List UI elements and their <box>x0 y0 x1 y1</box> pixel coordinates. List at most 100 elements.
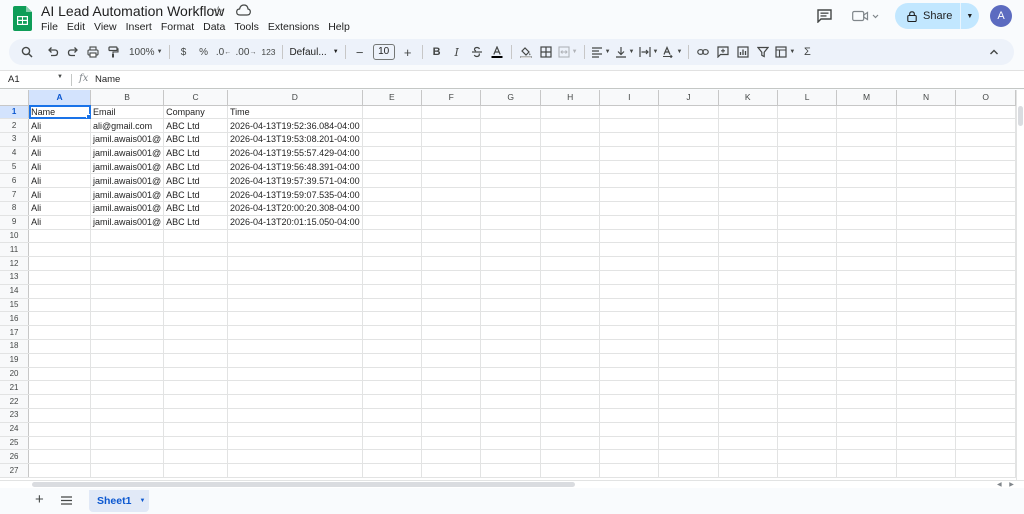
cell-j5[interactable] <box>658 160 719 175</box>
cell-j15[interactable] <box>658 298 719 313</box>
cell-i19[interactable] <box>599 353 660 368</box>
cell-d9[interactable]: 2026-04-13T20:01:15.050-04:00 <box>227 215 363 230</box>
cell-d24[interactable] <box>227 422 363 437</box>
column-header-i[interactable]: I <box>599 90 660 106</box>
cell-i16[interactable] <box>599 311 660 327</box>
cell-c16[interactable] <box>163 311 228 327</box>
cell-d4[interactable]: 2026-04-13T19:55:57.429-04:00 <box>227 146 363 161</box>
cell-a20[interactable] <box>28 367 91 382</box>
cell-o2[interactable] <box>955 118 1016 134</box>
fill-color-icon[interactable] <box>516 42 536 62</box>
cell-i14[interactable] <box>599 284 660 299</box>
cell-m7[interactable] <box>836 187 897 203</box>
cell-m12[interactable] <box>836 256 897 272</box>
cell-d22[interactable] <box>227 394 363 410</box>
cell-b26[interactable] <box>90 449 165 465</box>
merge-cells-icon[interactable]: ▼ <box>556 42 580 62</box>
cell-n7[interactable] <box>896 187 957 203</box>
cell-b4[interactable]: jamil.awais001@ <box>90 146 165 161</box>
cell-m11[interactable] <box>836 242 897 258</box>
cell-j4[interactable] <box>658 146 719 161</box>
cell-f3[interactable] <box>421 132 482 147</box>
row-header[interactable]: 24 <box>0 422 30 437</box>
row-header[interactable]: 18 <box>0 339 30 354</box>
column-header-d[interactable]: D <box>227 90 363 106</box>
cell-c4[interactable]: ABC Ltd <box>163 146 228 161</box>
cell-m26[interactable] <box>836 449 897 465</box>
all-sheets-icon[interactable] <box>61 496 72 505</box>
increase-font-size-button[interactable]: + <box>398 42 418 62</box>
redo-icon[interactable] <box>63 42 83 62</box>
cell-n1[interactable] <box>896 105 957 120</box>
cell-d11[interactable] <box>227 242 363 258</box>
cell-h16[interactable] <box>540 311 601 327</box>
cell-n24[interactable] <box>896 422 957 437</box>
cell-a10[interactable] <box>28 229 91 244</box>
cell-k6[interactable] <box>718 173 778 189</box>
cell-k27[interactable] <box>718 463 778 479</box>
cell-l20[interactable] <box>777 367 838 382</box>
cell-k5[interactable] <box>718 160 778 175</box>
cell-e2[interactable] <box>362 118 423 134</box>
cell-b7[interactable]: jamil.awais001@ <box>90 187 165 203</box>
cell-c17[interactable] <box>163 325 228 341</box>
cell-h7[interactable] <box>540 187 601 203</box>
cell-b18[interactable] <box>90 339 165 354</box>
cell-d2[interactable]: 2026-04-13T19:52:36.084-04:00 <box>227 118 363 134</box>
cell-a16[interactable] <box>28 311 91 327</box>
column-header-o[interactable]: O <box>955 90 1016 106</box>
cell-h18[interactable] <box>540 339 601 354</box>
cell-k19[interactable] <box>718 353 778 368</box>
row-header[interactable]: 17 <box>0 325 30 341</box>
cell-e17[interactable] <box>362 325 423 341</box>
cell-l11[interactable] <box>777 242 838 258</box>
cell-g18[interactable] <box>480 339 541 354</box>
cell-b25[interactable] <box>90 436 165 451</box>
cell-l5[interactable] <box>777 160 838 175</box>
cell-a24[interactable] <box>28 422 91 437</box>
cell-b10[interactable] <box>90 229 165 244</box>
cell-g9[interactable] <box>480 215 541 230</box>
cell-i27[interactable] <box>599 463 660 479</box>
cell-l22[interactable] <box>777 394 838 410</box>
print-icon[interactable] <box>83 42 103 62</box>
cell-h9[interactable] <box>540 215 601 230</box>
cell-j7[interactable] <box>658 187 719 203</box>
cell-e7[interactable] <box>362 187 423 203</box>
cell-g11[interactable] <box>480 242 541 258</box>
cell-g5[interactable] <box>480 160 541 175</box>
cell-b3[interactable]: jamil.awais001@ <box>90 132 165 147</box>
cell-b27[interactable] <box>90 463 165 479</box>
column-header-k[interactable]: K <box>718 90 778 106</box>
cell-k24[interactable] <box>718 422 778 437</box>
cell-n3[interactable] <box>896 132 957 147</box>
row-header[interactable]: 10 <box>0 229 30 244</box>
cell-f23[interactable] <box>421 408 482 423</box>
cell-i12[interactable] <box>599 256 660 272</box>
column-header-h[interactable]: H <box>540 90 601 106</box>
cell-g24[interactable] <box>480 422 541 437</box>
borders-icon[interactable] <box>536 42 556 62</box>
decrease-font-size-button[interactable]: − <box>350 42 370 62</box>
cell-e24[interactable] <box>362 422 423 437</box>
row-header[interactable]: 25 <box>0 436 30 451</box>
cell-l4[interactable] <box>777 146 838 161</box>
cell-k26[interactable] <box>718 449 778 465</box>
cell-f27[interactable] <box>421 463 482 479</box>
cell-j3[interactable] <box>658 132 719 147</box>
spreadsheet-grid[interactable]: ABCDEFGHIJKLMNO 1 Name Email Company Time 2 Al… <box>0 90 1016 480</box>
sheet-tab-sheet1[interactable]: Sheet1 ▼ <box>89 490 149 512</box>
cell-b21[interactable] <box>90 380 165 396</box>
cell-g4[interactable] <box>480 146 541 161</box>
horizontal-scrollbar[interactable]: ◀ ▶ <box>0 480 1024 488</box>
cell-f11[interactable] <box>421 242 482 258</box>
row-header[interactable]: 22 <box>0 394 30 410</box>
cell-n16[interactable] <box>896 311 957 327</box>
cell-b11[interactable] <box>90 242 165 258</box>
cell-k14[interactable] <box>718 284 778 299</box>
row-header[interactable]: 3 <box>0 132 30 147</box>
cell-c24[interactable] <box>163 422 228 437</box>
cell-f26[interactable] <box>421 449 482 465</box>
row-header[interactable]: 5 <box>0 160 30 175</box>
cell-c10[interactable] <box>163 229 228 244</box>
